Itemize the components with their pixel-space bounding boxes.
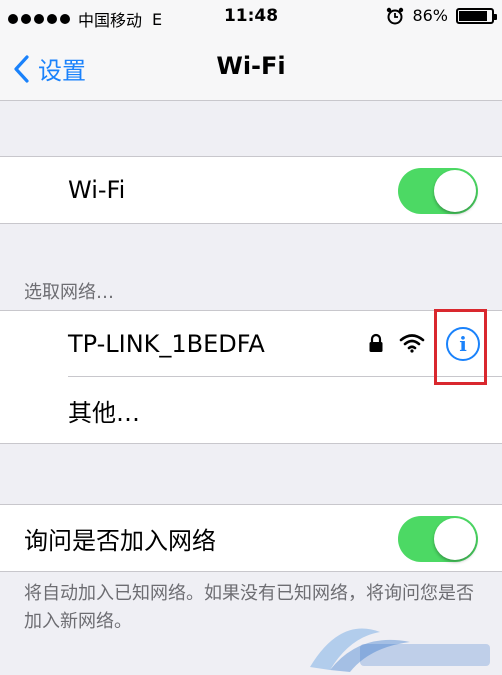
battery-fill [459,10,487,21]
wifi-switch-knob [434,170,476,212]
wifi-switch[interactable] [398,168,478,214]
wifi-toggle-group: Wi-Fi [0,156,502,224]
wifi-toggle-row: Wi-Fi [0,157,502,223]
battery-percent: 86% [412,6,448,25]
navigation-bar: 设置 Wi-Fi [0,34,502,101]
lock-icon [369,333,383,352]
wifi-signal-icon [399,334,425,353]
ask-join-row: 询问是否加入网络 [0,505,502,571]
ask-join-footer: 将自动加入已知网络。如果没有已知网络，将询问您是否加入新网络。 [24,583,474,632]
ask-join-group: 询问是否加入网络 [0,504,502,572]
ask-join-label: 询问是否加入网络 [24,526,216,555]
alarm-clock-icon [387,7,404,24]
page-title: Wi-Fi [216,52,286,80]
networks-section-header: 选取网络… [24,282,114,303]
status-bar-right: 86% [386,6,497,25]
network-name: TP-LINK_1BEDFA [68,330,265,358]
networks-list: TP-LINK_1BEDFA i 其他… [0,310,502,444]
network-row-tp-link[interactable]: TP-LINK_1BEDFA i [0,311,502,377]
status-bar: 中国移动 E 11:48 86% [0,0,502,34]
wifi-toggle-label: Wi-Fi [68,176,126,204]
other-network-label: 其他… [68,398,140,427]
ask-join-switch[interactable] [398,516,478,562]
info-highlight-box [434,309,487,385]
battery-icon [456,7,497,24]
ask-join-switch-knob [434,518,476,560]
network-row-other[interactable]: 其他… [0,377,502,443]
